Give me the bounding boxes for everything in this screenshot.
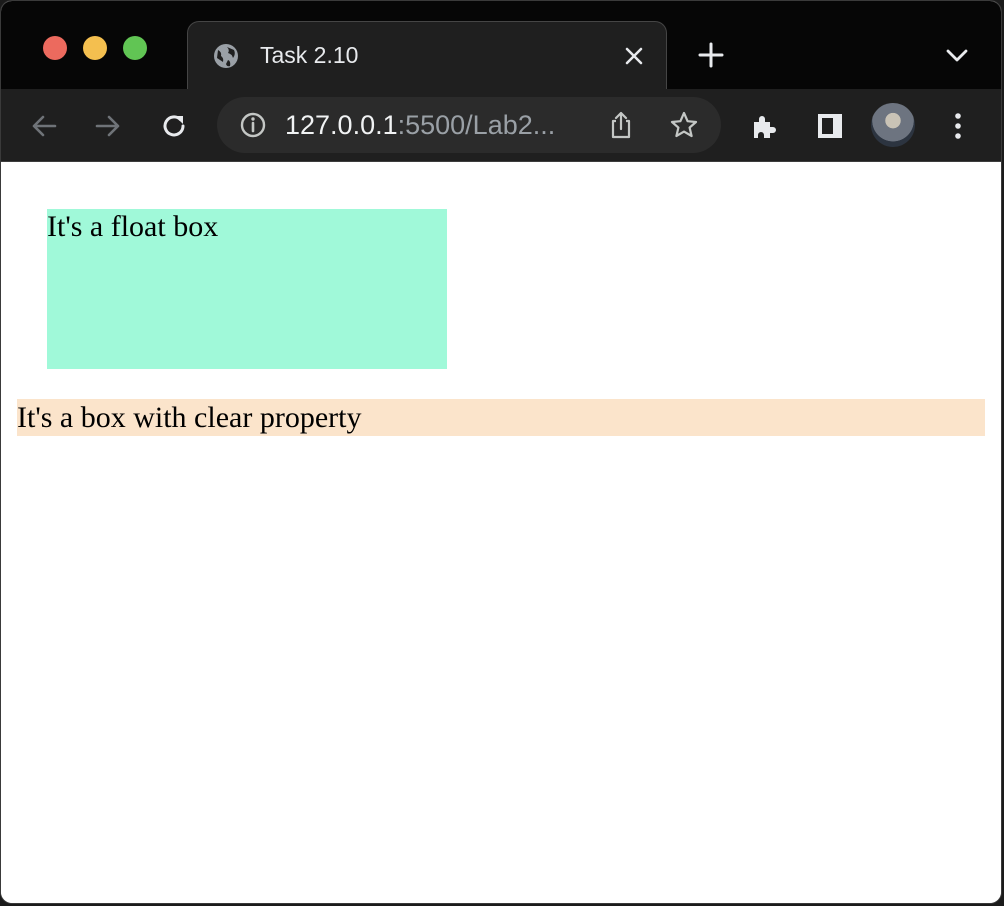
- tab-title: Task 2.10: [260, 42, 359, 68]
- url-text[interactable]: 127.0.0.1:5500/Lab2...: [285, 108, 555, 142]
- tab-strip: Task 2.10: [1, 1, 1001, 89]
- menu-kebab-icon[interactable]: [943, 111, 973, 141]
- star-icon[interactable]: [669, 110, 699, 140]
- close-window-button[interactable]: [43, 36, 67, 60]
- maximize-window-button[interactable]: [123, 36, 147, 60]
- share-icon[interactable]: [607, 110, 635, 140]
- chevron-down-icon[interactable]: [943, 43, 971, 67]
- tab-active[interactable]: Task 2.10: [187, 21, 667, 89]
- page-content: It's a float box It's a box with clear p…: [1, 163, 1001, 903]
- arrow-right-icon[interactable]: [93, 111, 123, 141]
- url-path: :5500/Lab2...: [397, 110, 556, 140]
- avatar[interactable]: [871, 103, 915, 147]
- extensions-icon[interactable]: [749, 111, 779, 141]
- clear-box: It's a box with clear property: [17, 399, 985, 436]
- close-tab-icon[interactable]: [622, 44, 646, 68]
- toolbar: 127.0.0.1:5500/Lab2...: [1, 89, 1001, 162]
- reload-icon[interactable]: [159, 111, 189, 141]
- url-host: 127.0.0.1: [285, 110, 398, 140]
- globe-icon: [212, 42, 240, 70]
- side-panel-icon[interactable]: [815, 111, 845, 141]
- float-box: It's a float box: [47, 209, 447, 369]
- arrow-left-icon[interactable]: [29, 111, 59, 141]
- browser-window: Task 2.10 127.0.0.1:5500/Lab2... It's a …: [0, 0, 1002, 904]
- minimize-window-button[interactable]: [83, 36, 107, 60]
- address-bar[interactable]: 127.0.0.1:5500/Lab2...: [217, 97, 721, 153]
- new-tab-icon[interactable]: [697, 41, 725, 69]
- info-icon[interactable]: [239, 111, 267, 139]
